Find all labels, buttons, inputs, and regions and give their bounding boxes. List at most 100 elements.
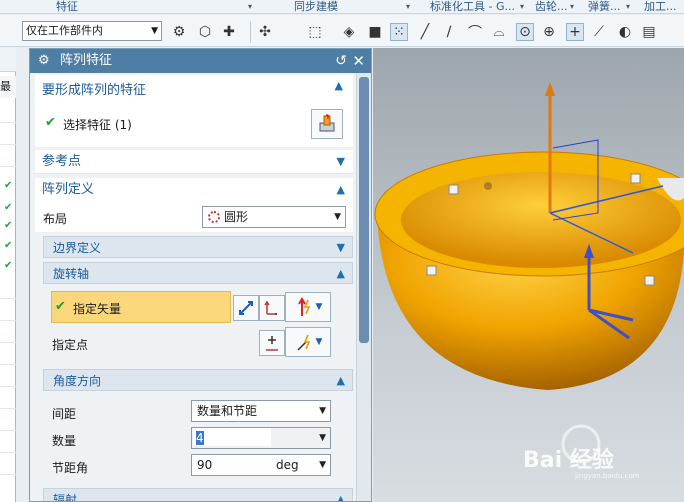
point-grid-icon[interactable]: ⁙ xyxy=(390,23,408,41)
curve-icon[interactable]: ∕ xyxy=(440,23,458,41)
specify-vector-row[interactable]: ✔ 指定矢量 xyxy=(51,291,231,323)
gear-icon[interactable]: ⚙ xyxy=(38,49,50,73)
strip-divider xyxy=(0,386,16,387)
part-navigator-strip[interactable]: 最新 ✔ ✔ ✔ ✔ ✔ xyxy=(0,48,16,502)
layout-dropdown[interactable]: 圆形 ▼ xyxy=(202,206,346,228)
point-dialog-button[interactable] xyxy=(259,330,285,356)
layout-row: 布局 圆形 ▼ xyxy=(35,202,353,232)
move-icon[interactable]: ✚ xyxy=(220,23,238,41)
inferred-vector-dropdown[interactable]: ▼ xyxy=(285,292,331,322)
inferred-point-icon xyxy=(297,334,310,351)
spacing-dropdown[interactable]: 数量和节距 ▼ xyxy=(191,400,331,422)
inferred-vector-icon xyxy=(297,297,310,316)
subsection-title-radiate: 辐射 xyxy=(53,493,78,502)
chevron-down-icon: ▼ xyxy=(319,406,326,416)
line-icon[interactable]: ╱ xyxy=(416,23,434,41)
cube-icon[interactable]: ■ xyxy=(366,23,384,41)
scrollbar-thumb[interactable] xyxy=(359,77,369,343)
reverse-direction-button[interactable] xyxy=(233,295,259,321)
cross-icon[interactable]: + xyxy=(566,23,584,41)
count-value: 4 xyxy=(196,431,204,445)
count-input[interactable]: 4 ▼ xyxy=(191,427,331,449)
chevron-down-icon: ▼ xyxy=(315,302,323,312)
handle-point[interactable] xyxy=(448,184,459,195)
subsection-header-boundary-definition[interactable]: 边界定义 ▼ xyxy=(43,236,353,258)
strip-divider xyxy=(0,144,16,145)
reference-point-marker[interactable] xyxy=(484,182,492,190)
section-title-pattern-definition: 阵列定义 xyxy=(42,182,95,197)
bend-icon[interactable]: ⌒ xyxy=(466,23,484,41)
close-icon[interactable]: ✕ xyxy=(352,49,365,73)
handle-point[interactable] xyxy=(644,275,655,286)
count-label: 数量 xyxy=(52,434,77,448)
part-navigator-header xyxy=(0,48,16,72)
subsection-header-rotation-axis[interactable]: 旋转轴 ▲ xyxy=(43,262,353,284)
check-icon: ✔ xyxy=(4,240,13,251)
hemisphere-model[interactable] xyxy=(373,48,684,502)
snap-icon[interactable]: ✣ xyxy=(256,23,274,41)
arc-icon[interactable]: ⌓ xyxy=(490,23,508,41)
handle-point[interactable] xyxy=(426,265,437,276)
selection-filter-value: 仅在工作部件内 xyxy=(26,24,103,37)
section-title-features-to-pattern[interactable]: 要形成阵列的特征 xyxy=(42,79,146,98)
ribbon-group-labels: 特征 ▾ 同步建模 ▾ 标准化工具 - G... ▾ 齿轮... ▾ 弹簧...… xyxy=(0,0,684,14)
strip-divider xyxy=(0,320,16,321)
dialog-scrollbar[interactable] xyxy=(356,73,371,501)
subsection-header-angle-direction[interactable]: 角度方向 ▲ xyxy=(43,369,353,391)
reset-icon[interactable]: ↺ xyxy=(335,49,347,73)
ribbon-group-gear-caret[interactable]: ▾ xyxy=(570,0,574,13)
select-feature-button[interactable] xyxy=(311,109,343,139)
strip-divider xyxy=(0,342,16,343)
ribbon-group-spring-caret[interactable]: ▾ xyxy=(626,0,630,13)
tangent-icon[interactable]: ⟋ xyxy=(590,23,608,41)
features-to-pattern-block: 要形成阵列的特征 ▲ ✔ 选择特征 (1) xyxy=(35,75,353,147)
toolbar-separator xyxy=(250,21,251,43)
vector-dialog-button[interactable] xyxy=(259,295,285,321)
check-icon: ✔ xyxy=(45,115,56,130)
layer-icon[interactable]: ▤ xyxy=(640,23,658,41)
pattern-feature-dialog: ⚙ 阵列特征 ↺ ✕ 要形成阵列的特征 ▲ ✔ 选择特征 (1) 参考点 ▼ 阵… xyxy=(29,48,372,502)
selection-filter-dropdown[interactable]: 仅在工作部件内 ▼ xyxy=(22,21,162,41)
subsection-header-radiate[interactable]: 辐射 ▲ xyxy=(43,488,353,502)
spacing-label: 间距 xyxy=(52,407,77,421)
strip-divider xyxy=(0,166,16,167)
z-axis-arrowhead xyxy=(545,82,555,96)
count-field[interactable]: 4 xyxy=(193,428,271,446)
chevron-down-icon: ▼ xyxy=(319,460,326,470)
chevron-up-icon[interactable]: ▲ xyxy=(335,79,343,92)
section-header-pattern-definition[interactable]: 阵列定义 ▲ xyxy=(35,178,353,202)
ribbon-group-feature-caret[interactable]: ▾ xyxy=(248,0,252,13)
vector-dialog-icon xyxy=(264,300,277,315)
select-feature-label[interactable]: 选择特征 (1) xyxy=(63,116,132,133)
strip-divider xyxy=(0,474,16,475)
strip-divider xyxy=(0,430,16,431)
watermark-subtext: jingyan.baidu.com xyxy=(575,472,640,480)
center-point-icon[interactable]: ⊙ xyxy=(516,23,534,41)
intersect-icon[interactable]: ◐ xyxy=(616,23,634,41)
select-box-icon[interactable]: ⬚ xyxy=(306,23,324,41)
strip-divider xyxy=(0,408,16,409)
feature-icon[interactable]: ⚙ xyxy=(170,23,188,41)
ribbon-group-sync-caret[interactable]: ▾ xyxy=(406,0,410,13)
chevron-down-icon: ▼ xyxy=(336,155,345,168)
shell-icon[interactable]: ⬡ xyxy=(196,23,214,41)
ribbon-group-standard-caret[interactable]: ▾ xyxy=(520,0,524,13)
chevron-down-icon: ▼ xyxy=(315,337,323,347)
section-header-reference-point[interactable]: 参考点 ▼ xyxy=(35,150,353,174)
inferred-point-dropdown[interactable]: ▼ xyxy=(285,327,331,357)
handle-point[interactable] xyxy=(630,173,641,184)
graphics-viewport[interactable] xyxy=(373,48,684,502)
dialog-title-bar: ⚙ 阵列特征 ↺ ✕ xyxy=(30,49,371,73)
quadrant-icon[interactable]: ⊕ xyxy=(540,23,558,41)
solid-icon[interactable]: ◈ xyxy=(340,23,358,41)
part-navigator-column-label: 最新 xyxy=(0,76,16,98)
circular-layout-icon xyxy=(208,211,220,223)
pitch-angle-value: 90 xyxy=(197,458,213,472)
specify-vector-label: 指定矢量 xyxy=(73,302,122,316)
chevron-up-icon: ▲ xyxy=(336,374,345,387)
pitch-angle-label: 节距角 xyxy=(52,461,89,475)
subsection-title-boundary-definition: 边界定义 xyxy=(53,241,102,255)
pitch-angle-input[interactable]: 90 deg ▼ xyxy=(191,454,331,476)
pitch-angle-unit: deg xyxy=(276,458,299,472)
toolbar: 仅在工作部件内 ▼ ⚙ ⬡ ✚ ✣ ⬚ ◈ ■ ⁙ ╱ ∕ ⌒ ⌓ ⊙ ⊕ + … xyxy=(0,15,684,47)
